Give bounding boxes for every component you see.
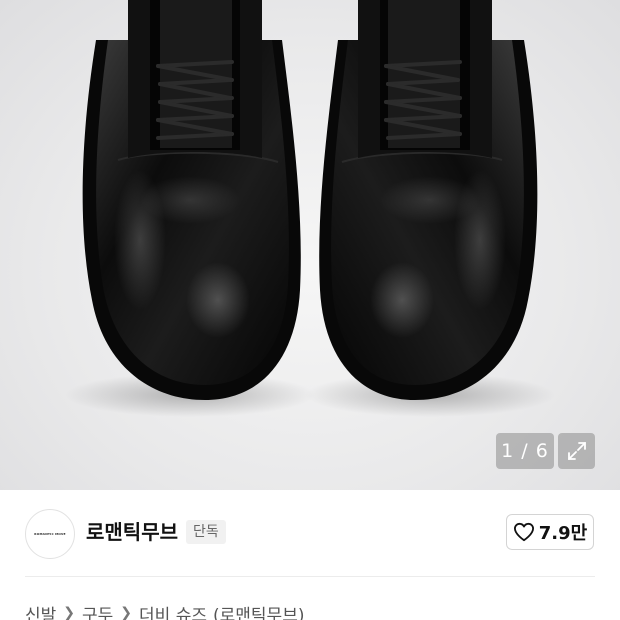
chevron-right-icon: ❯ — [120, 605, 133, 620]
exclusive-badge: 단독 — [186, 520, 226, 544]
breadcrumb-item-brand[interactable]: (로맨틱무브) — [213, 601, 304, 620]
like-button[interactable]: 7.9만 — [506, 514, 594, 550]
chevron-right-icon: ❯ — [63, 605, 76, 620]
product-image-gallery[interactable]: 1 / 6 — [0, 0, 620, 490]
product-page: 1 / 6 ROMANTIC MOVE 로맨틱무브 단독 7.9만 신발 ❯ 구… — [0, 0, 620, 620]
product-image[interactable] — [0, 0, 620, 490]
image-counter: 1 / 6 — [496, 433, 554, 469]
brand-logo-text: ROMANTIC MOVE — [34, 532, 66, 536]
breadcrumb-item-derby-shoes[interactable]: 더비 슈즈 — [139, 601, 207, 620]
like-count: 7.9만 — [538, 523, 588, 544]
breadcrumb-item-shoes[interactable]: 신발 — [25, 601, 56, 620]
left-shoe — [82, 0, 301, 400]
brand-row: ROMANTIC MOVE 로맨틱무브 단독 7.9만 — [0, 490, 620, 576]
expand-icon — [567, 442, 586, 460]
breadcrumb: 신발 ❯ 구두 ❯ 더비 슈즈 (로맨틱무브) — [25, 601, 304, 620]
divider — [25, 576, 595, 577]
brand-name[interactable]: 로맨틱무브 — [86, 518, 178, 546]
expand-button[interactable] — [558, 433, 595, 469]
brand-logo[interactable]: ROMANTIC MOVE — [25, 509, 75, 559]
heart-icon — [513, 522, 534, 542]
breadcrumb-item-dress-shoes[interactable]: 구두 — [82, 601, 113, 620]
right-shoe — [319, 0, 538, 400]
